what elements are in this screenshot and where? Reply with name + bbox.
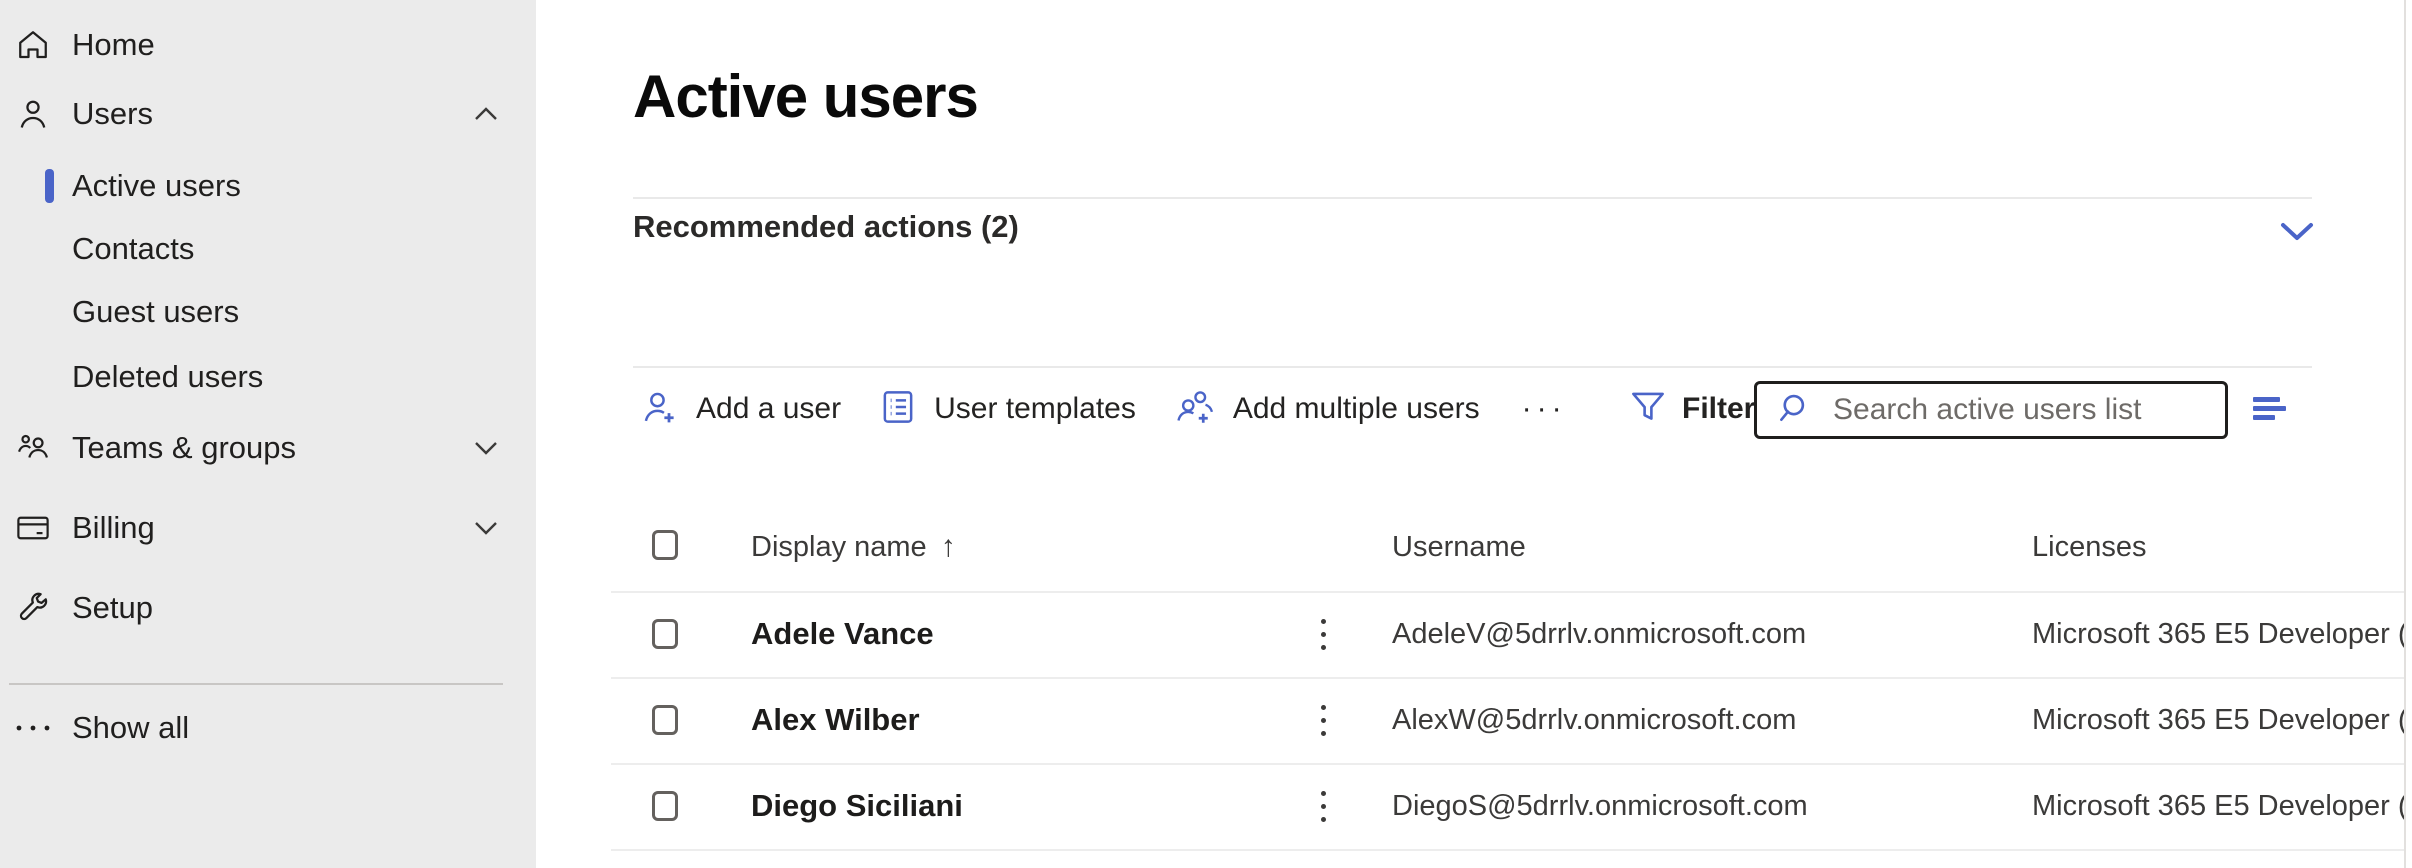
column-header-display-name[interactable]: Display name ↑ (751, 509, 956, 585)
person-add-icon (639, 387, 679, 432)
sidebar-item-label: Teams & groups (72, 417, 296, 479)
section-divider (633, 197, 2312, 199)
template-list-icon (879, 388, 917, 431)
username-cell: AdeleV@5drrlv.onmicrosoft.com (1392, 591, 1806, 677)
display-name-cell[interactable]: Diego Siciliani (751, 763, 963, 849)
billing-icon (10, 497, 56, 559)
people-add-icon (1174, 387, 1216, 432)
sidebar-item-deleted-users[interactable]: Deleted users (0, 346, 536, 408)
toolbar-action-label: User templates (934, 392, 1136, 426)
wrench-icon (10, 577, 56, 639)
sidebar-item-teams-groups[interactable]: Teams & groups (0, 417, 536, 479)
column-header-username[interactable]: Username (1392, 509, 1526, 585)
sidebar-item-guest-users[interactable]: Guest users (0, 281, 536, 343)
person-icon (10, 83, 56, 145)
recommended-actions-chevron-down-icon[interactable] (2280, 222, 2314, 247)
teams-icon (10, 417, 56, 479)
username-cell: DiegoS@5drrlv.onmicrosoft.com (1392, 763, 1808, 849)
more-actions-kebab-icon[interactable] (1301, 698, 1345, 742)
sidebar-item-label: Users (72, 83, 153, 145)
toolbar-overflow-button[interactable]: ··· (1512, 392, 1577, 426)
sidebar-item-setup[interactable]: Setup (0, 577, 536, 639)
chevron-down-icon[interactable] (474, 497, 498, 559)
chevron-down-icon[interactable] (474, 417, 498, 479)
sidebar-item-active-users[interactable]: Active users (0, 155, 536, 217)
sidebar-item-users[interactable]: Users (0, 83, 536, 145)
username-cell: AlexW@5drrlv.onmicrosoft.com (1392, 677, 1796, 763)
sort-ascending-icon: ↑ (941, 530, 956, 564)
main-content: Active users Recommended actions (2) Add… (536, 0, 2412, 868)
sidebar-item-contacts[interactable]: Contacts (0, 218, 536, 280)
column-label: Licenses (2032, 531, 2146, 564)
chevron-up-icon[interactable] (474, 83, 498, 145)
active-users-page: Home Users Active users Contacts Guest u… (0, 0, 2412, 868)
recommended-actions-heading[interactable]: Recommended actions (2) (633, 209, 1019, 245)
filter-funnel-icon (1628, 387, 1668, 432)
selected-indicator (45, 169, 54, 203)
select-all-checkbox[interactable] (652, 530, 678, 560)
sidebar-item-label: Deleted users (72, 346, 263, 408)
section-divider (633, 366, 2312, 368)
table-row[interactable]: Adele Vance AdeleV@5drrlv.onmicrosoft.co… (536, 591, 2412, 677)
add-multiple-users-button[interactable]: Add multiple users (1168, 377, 1486, 441)
sidebar-item-label: Guest users (72, 281, 239, 343)
display-name-cell[interactable]: Alex Wilber (751, 677, 920, 763)
toolbar-action-label: Add a user (696, 392, 841, 426)
sidebar-item-label: Active users (72, 155, 241, 217)
licenses-cell: Microsoft 365 E5 Developer (without (2032, 591, 2406, 677)
column-header-licenses[interactable]: Licenses (2032, 509, 2146, 585)
search-icon (1777, 389, 1815, 432)
table-row[interactable]: Alex Wilber AlexW@5drrlv.onmicrosoft.com… (536, 677, 2412, 763)
home-icon (10, 14, 56, 76)
row-checkbox[interactable] (652, 619, 678, 649)
ellipsis-icon (10, 697, 56, 759)
sidebar-item-show-all[interactable]: Show all (0, 697, 536, 759)
page-title: Active users (633, 62, 978, 131)
row-divider (611, 849, 2406, 851)
sidebar-item-label: Home (72, 14, 155, 76)
user-templates-button[interactable]: User templates (873, 377, 1142, 441)
licenses-cell: Microsoft 365 E5 Developer (without (2032, 677, 2406, 763)
toolbar: Add a user User templates Add multiple u… (633, 377, 1577, 441)
display-name-cell[interactable]: Adele Vance (751, 591, 934, 677)
table-row[interactable]: Diego Siciliani DiegoS@5drrlv.onmicrosof… (536, 763, 2412, 849)
filter-label: Filter (1682, 392, 1755, 426)
column-label: Display name (751, 531, 927, 564)
add-a-user-button[interactable]: Add a user (633, 377, 847, 441)
toolbar-action-label: Add multiple users (1233, 392, 1480, 426)
licenses-cell: Microsoft 365 E5 Developer (without (2032, 763, 2406, 849)
sidebar-item-label: Contacts (72, 218, 194, 280)
sidebar-item-label: Show all (72, 697, 189, 759)
scrollbar-edge (2404, 0, 2406, 868)
column-label: Username (1392, 531, 1526, 564)
filter-lines-icon[interactable] (2248, 389, 2292, 433)
table-header: Display name ↑ Username Licenses (536, 509, 2412, 591)
sidebar-item-home[interactable]: Home (0, 14, 536, 76)
sidebar: Home Users Active users Contacts Guest u… (0, 0, 536, 868)
row-checkbox[interactable] (652, 791, 678, 821)
search-input[interactable] (1831, 392, 2215, 428)
search-box[interactable] (1754, 381, 2228, 439)
sidebar-divider (9, 683, 503, 685)
sidebar-item-billing[interactable]: Billing (0, 497, 536, 559)
sidebar-item-label: Setup (72, 577, 153, 639)
filter-button[interactable]: Filter (1628, 377, 1755, 441)
more-actions-kebab-icon[interactable] (1301, 784, 1345, 828)
row-checkbox[interactable] (652, 705, 678, 735)
more-actions-kebab-icon[interactable] (1301, 612, 1345, 656)
sidebar-item-label: Billing (72, 497, 155, 559)
